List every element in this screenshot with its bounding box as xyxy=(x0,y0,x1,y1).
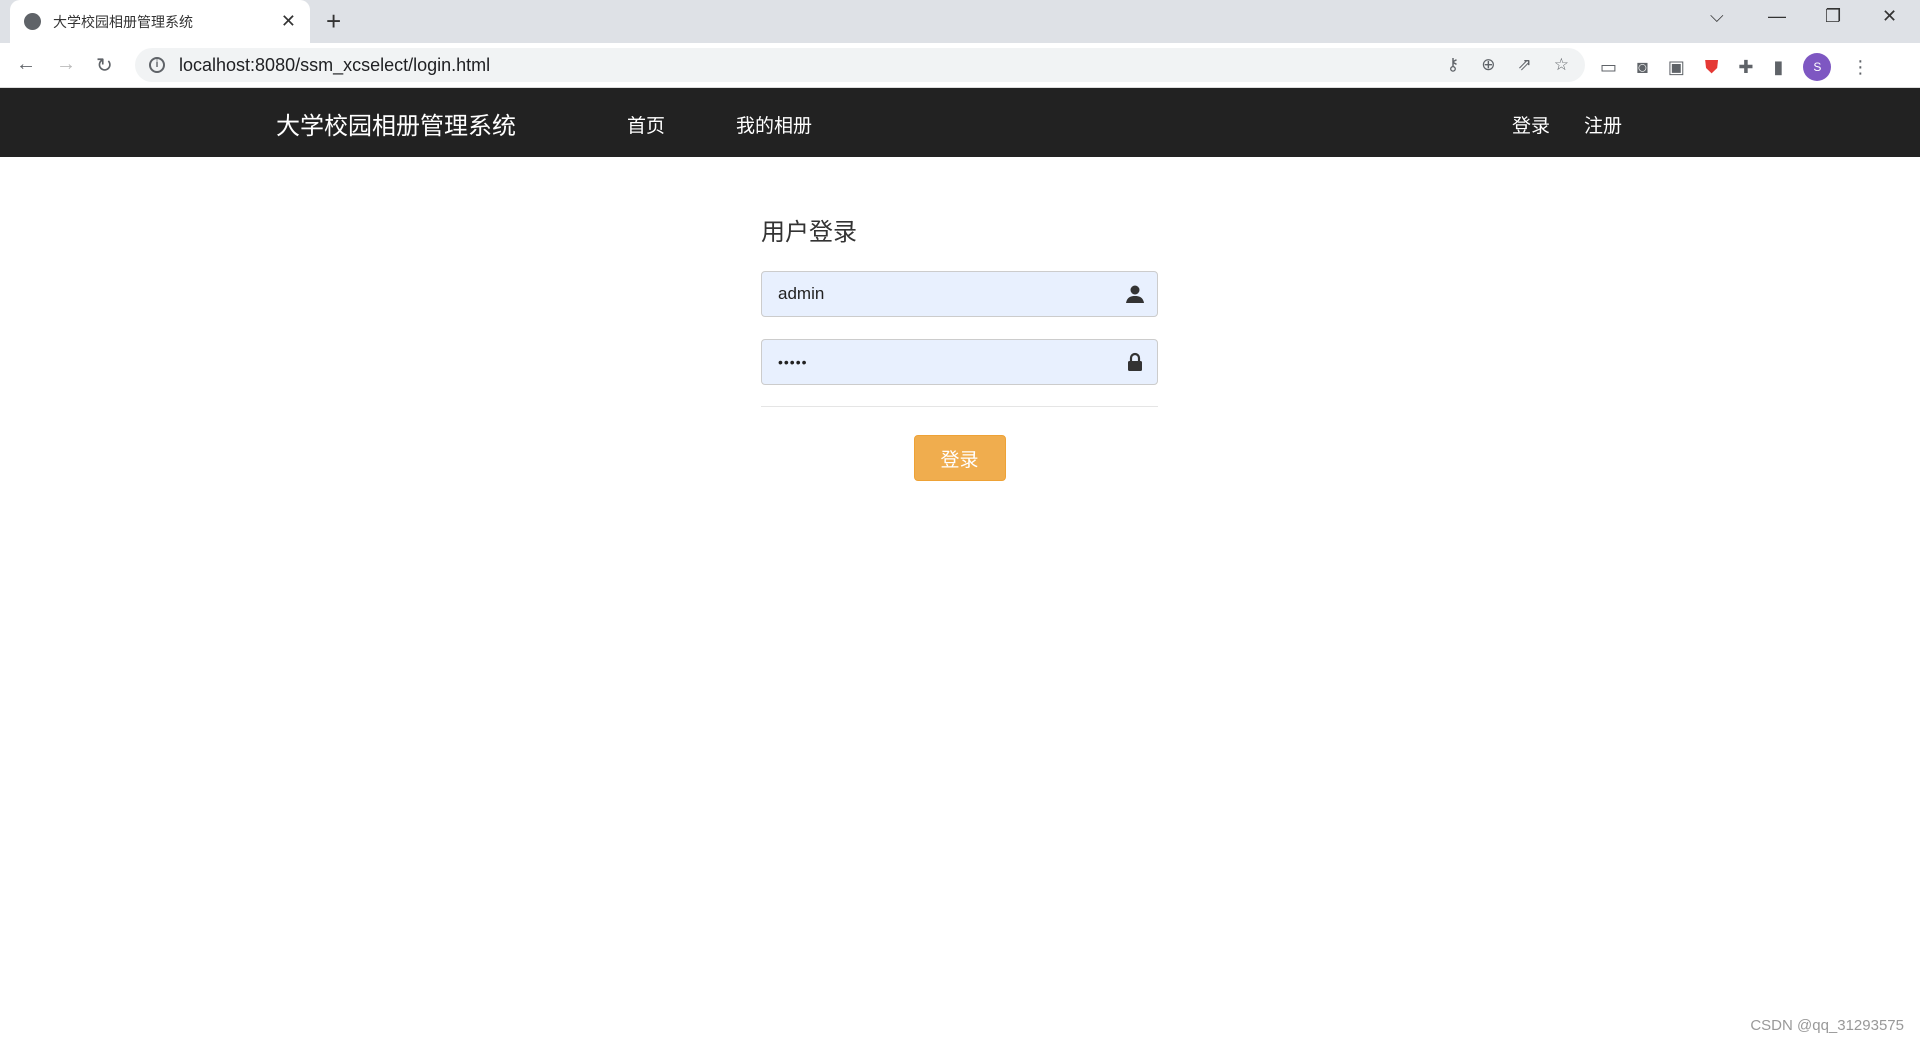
star-icon[interactable]: ☆ xyxy=(1554,55,1569,75)
side-panel-icon[interactable]: ▮ xyxy=(1774,57,1784,78)
nav-home[interactable]: 首页 xyxy=(627,111,665,138)
camera-icon[interactable]: ◙ xyxy=(1637,57,1648,78)
avatar[interactable]: S xyxy=(1803,53,1832,81)
password-input[interactable]: ••••• xyxy=(761,339,1158,385)
toolbar: ← → ↻ i localhost:8080/ssm_xcselect/logi… xyxy=(0,43,1920,88)
nav-my-albums[interactable]: 我的相册 xyxy=(736,111,812,138)
watermark: CSDN @qq_31293575 xyxy=(1750,1017,1904,1034)
info-icon[interactable]: i xyxy=(149,57,165,73)
minimize-button[interactable]: — xyxy=(1768,6,1786,27)
image-extension-icon[interactable]: ▣ xyxy=(1668,57,1685,78)
zoom-icon[interactable]: ⊕ xyxy=(1481,55,1495,75)
menu-icon[interactable]: ⋮ xyxy=(1851,57,1869,78)
close-window-button[interactable]: ✕ xyxy=(1882,6,1897,27)
close-tab-icon[interactable]: ✕ xyxy=(281,11,296,32)
url-text[interactable]: localhost:8080/ssm_xcselect/login.html xyxy=(179,55,490,76)
restore-button[interactable]: ❐ xyxy=(1825,6,1841,27)
lock-icon xyxy=(1128,352,1142,371)
globe-icon xyxy=(24,13,41,30)
password-value[interactable]: ••••• xyxy=(778,354,808,370)
shield-icon[interactable]: ⛊ xyxy=(1705,57,1719,78)
reload-button[interactable]: ↻ xyxy=(96,53,113,78)
page-title: 用户登录 xyxy=(761,219,857,246)
extension-download-icon[interactable]: ▭ xyxy=(1600,57,1617,78)
puzzle-icon[interactable]: ✚ xyxy=(1738,57,1753,78)
browser-tab[interactable]: 大学校园相册管理系统 ✕ xyxy=(10,0,310,43)
new-tab-button[interactable]: + xyxy=(326,6,341,37)
nav-register[interactable]: 注册 xyxy=(1584,111,1622,138)
brand[interactable]: 大学校园相册管理系统 xyxy=(276,106,516,141)
login-button[interactable]: 登录 xyxy=(913,435,1006,481)
key-icon[interactable]: ⚷ xyxy=(1447,55,1459,75)
site-navbar: 大学校园相册管理系统 首页 我的相册 登录 注册 xyxy=(0,88,1920,157)
back-button[interactable]: ← xyxy=(16,53,36,76)
login-form: 用户登录 admin ••••• 登录 xyxy=(761,212,1158,481)
username-value[interactable]: admin xyxy=(778,284,824,304)
username-input[interactable]: admin xyxy=(761,271,1158,317)
tab-title: 大学校园相册管理系统 xyxy=(53,13,193,30)
address-bar[interactable]: i localhost:8080/ssm_xcselect/login.html… xyxy=(135,48,1585,82)
nav-login[interactable]: 登录 xyxy=(1512,111,1550,138)
divider xyxy=(761,406,1158,407)
tab-search-icon[interactable]: ⌵ xyxy=(1710,6,1724,27)
tab-strip: 大学校园相册管理系统 ✕ + ⌵ — ❐ ✕ xyxy=(0,0,1920,43)
user-icon xyxy=(1126,285,1144,303)
forward-button[interactable]: → xyxy=(56,53,76,76)
share-icon[interactable]: ⇗ xyxy=(1518,55,1532,75)
